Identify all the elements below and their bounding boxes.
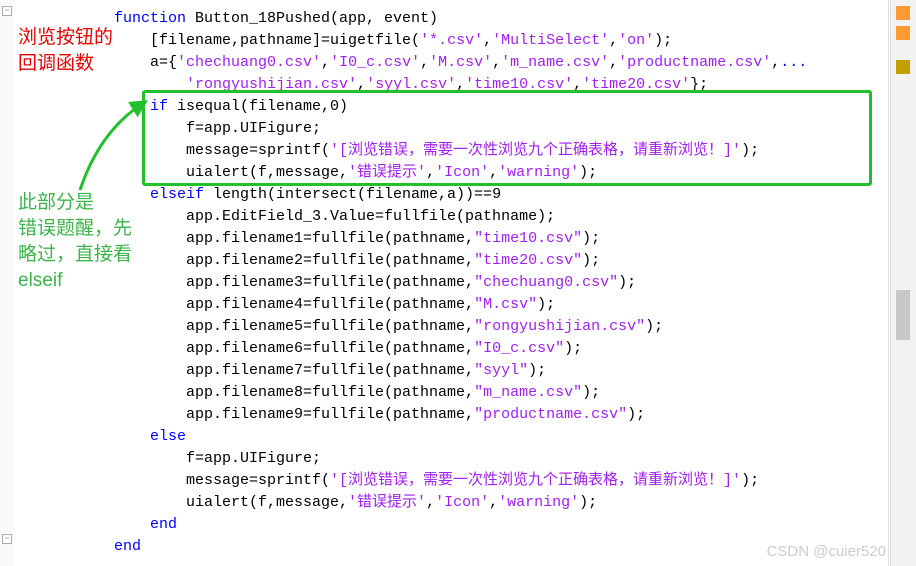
- code-line: uialert(f,message,'错误提示','Icon','warning…: [114, 492, 890, 514]
- code-line: end: [114, 514, 890, 536]
- code-line: function Button_18Pushed(app, event): [114, 8, 890, 30]
- fold-minus-icon[interactable]: −: [2, 6, 12, 16]
- code-line: app.filename3=fullfile(pathname,"chechua…: [114, 272, 890, 294]
- code-editor[interactable]: − − function Button_18Pushed(app, event)…: [0, 0, 890, 566]
- code-line: else: [114, 426, 890, 448]
- code-line: a={'chechuang0.csv','I0_c.csv','M.csv','…: [114, 52, 890, 74]
- arrow-icon: [60, 90, 180, 200]
- code-line: app.filename5=fullfile(pathname,"rongyus…: [114, 316, 890, 338]
- annotation-green: 此部分是 错误题醒，先 略过，直接看 elseif: [18, 190, 132, 294]
- margin-line: [888, 0, 889, 566]
- scroll-thumb[interactable]: [896, 290, 910, 340]
- code-line: app.EditField_3.Value=fullfile(pathname)…: [114, 206, 890, 228]
- code-line: app.filename1=fullfile(pathname,"time10.…: [114, 228, 890, 250]
- watermark: CSDN @cuier520: [767, 543, 886, 560]
- fold-minus-icon[interactable]: −: [2, 534, 12, 544]
- code-line: elseif length(intersect(filename,a))==9: [114, 184, 890, 206]
- marker[interactable]: [896, 26, 910, 40]
- code-line: app.filename8=fullfile(pathname,"m_name.…: [114, 382, 890, 404]
- code-line: app.filename7=fullfile(pathname,"syyl");: [114, 360, 890, 382]
- code-line: app.filename9=fullfile(pathname,"product…: [114, 404, 890, 426]
- code-line: f=app.UIFigure;: [114, 448, 890, 470]
- marker-warning[interactable]: [896, 6, 910, 20]
- highlight-box: [142, 90, 872, 186]
- code-line: [filename,pathname]=uigetfile('*.csv','M…: [114, 30, 890, 52]
- fold-gutter: − −: [0, 0, 14, 566]
- code-line: app.filename2=fullfile(pathname,"time20.…: [114, 250, 890, 272]
- code-line: message=sprintf('[浏览错误，需要一次性浏览九个正确表格，请重新…: [114, 470, 890, 492]
- marker[interactable]: [896, 60, 910, 74]
- annotation-red: 浏览按钮的 回调函数: [18, 25, 113, 77]
- code-line: app.filename4=fullfile(pathname,"M.csv")…: [114, 294, 890, 316]
- code-line: app.filename6=fullfile(pathname,"I0_c.cs…: [114, 338, 890, 360]
- scrollbar-markers[interactable]: [890, 0, 916, 566]
